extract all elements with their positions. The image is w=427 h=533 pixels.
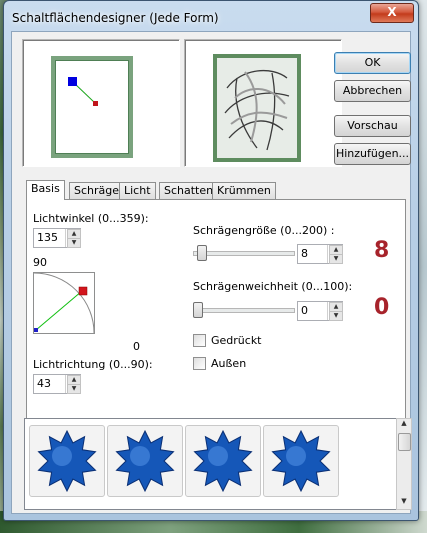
light-angle-dial[interactable] (33, 272, 95, 334)
spin-down-icon[interactable]: ▼ (67, 384, 81, 394)
tab-basis[interactable]: Basis (26, 180, 65, 200)
spin-down-icon[interactable]: ▼ (329, 254, 343, 264)
gallery-scrollbar[interactable]: ▲ ▼ (396, 418, 412, 510)
spin-down-icon[interactable]: ▼ (329, 311, 343, 321)
light-vector-diagram (68, 77, 98, 106)
tab-bevel[interactable]: Schräge (69, 182, 125, 199)
pressed-label: Gedrückt (211, 334, 262, 347)
dialog-client-area: OK Abbrechen Vorschau Hinzufügen... Basi… (11, 31, 412, 514)
dial-top-label: 90 (33, 256, 47, 269)
bevel-size-slider-thumb[interactable] (196, 245, 207, 261)
bevel-softness-slider-thumb[interactable] (193, 302, 203, 318)
light-angle-label: Lichtwinkel (0...359): (33, 212, 149, 225)
window-title: Schaltflächendesigner (Jede Form) (12, 11, 219, 25)
scroll-down-icon[interactable]: ▼ (397, 497, 411, 509)
close-button[interactable]: X (370, 3, 414, 23)
star-shape-icon (193, 429, 253, 493)
cancel-button[interactable]: Abbrechen (334, 80, 411, 102)
scrollbar-thumb[interactable] (398, 433, 411, 451)
outside-label: Außen (211, 357, 247, 370)
light-direction-value: 43 (37, 377, 51, 390)
dial-angle-handle[interactable] (78, 286, 88, 296)
star-shape-icon (115, 429, 175, 493)
light-angle-stepper[interactable]: 135 ▲ ▼ (33, 228, 81, 248)
tab-shadow[interactable]: Schatten (159, 182, 219, 199)
bevel-softness-arrows: ▲ ▼ (327, 302, 343, 321)
light-direction-stepper[interactable]: 43 ▲ ▼ (33, 374, 81, 394)
gallery-item[interactable] (185, 425, 261, 497)
bevel-softness-value: 0 (301, 304, 308, 317)
scroll-up-icon[interactable]: ▲ (397, 419, 411, 431)
gallery-item[interactable] (29, 425, 105, 497)
button-designer-dialog: Schaltflächendesigner (Jede Form) X OK A… (3, 0, 419, 521)
bevel-size-annotation: 8 (374, 238, 390, 263)
title-bar[interactable]: Schaltflächendesigner (Jede Form) X (4, 1, 418, 31)
tab-light[interactable]: Licht (119, 182, 156, 199)
preview-button[interactable]: Vorschau (334, 115, 411, 137)
light-angle-value: 135 (37, 231, 58, 244)
bevel-softness-stepper[interactable]: 0 ▲ ▼ (297, 301, 343, 321)
gallery-item[interactable] (107, 425, 183, 497)
bevel-size-arrows: ▲ ▼ (327, 245, 343, 264)
bevel-softness-label: Schrägenweichheit (0...100): (193, 280, 353, 293)
tab-warp[interactable]: Krümmen (212, 182, 276, 199)
light-angle-arrows: ▲ ▼ (65, 229, 81, 248)
add-button[interactable]: Hinzufügen... (334, 143, 411, 165)
light-target-handle[interactable] (93, 101, 98, 106)
light-source-handle[interactable] (68, 77, 77, 86)
calligraphy-image (224, 69, 290, 151)
bevel-size-value: 8 (301, 247, 308, 260)
bevel-size-label: Schrägengröße (0...200) : (193, 224, 335, 237)
star-shape-icon (271, 429, 331, 493)
bevel-softness-annotation: 0 (374, 295, 390, 320)
bevel-size-stepper[interactable]: 8 ▲ ▼ (297, 244, 343, 264)
dial-origin-marker (34, 328, 38, 332)
gallery-item[interactable] (263, 425, 339, 497)
star-shape-icon (37, 429, 97, 493)
basis-panel: Lichtwinkel (0...359): 135 ▲ ▼ 90 0 Lich… (26, 199, 406, 423)
dial-right-label: 0 (133, 340, 140, 353)
light-direction-preview (22, 39, 180, 167)
dial-graphic (33, 272, 95, 334)
pressed-checkbox[interactable] (193, 334, 206, 347)
shape-gallery (24, 418, 398, 510)
result-frame (213, 54, 301, 162)
light-direction-label: Lichtrichtung (0...90): (33, 358, 153, 371)
button-result-preview (184, 39, 342, 167)
spin-down-icon[interactable]: ▼ (67, 238, 81, 248)
light-direction-arrows: ▲ ▼ (65, 375, 81, 394)
bevel-size-slider-track[interactable] (193, 251, 295, 256)
ok-button[interactable]: OK (334, 52, 411, 74)
outside-checkbox[interactable] (193, 357, 206, 370)
preview-frame (51, 56, 133, 158)
bevel-softness-slider-track[interactable] (193, 308, 295, 313)
